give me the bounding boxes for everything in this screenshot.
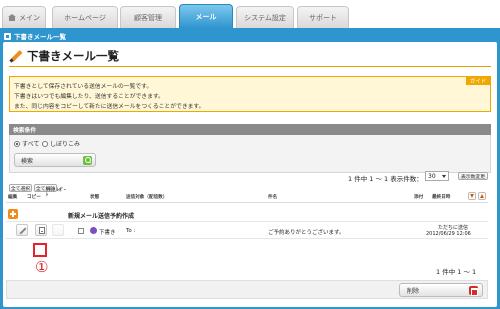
annotation-highlight-box (33, 243, 47, 257)
result-count-text: 1 件中 1 ～ 1 (348, 175, 389, 183)
tab-support[interactable]: サポート (297, 6, 349, 28)
tab-customers[interactable]: 顧客管理 (120, 6, 176, 28)
sort-asc-button[interactable] (478, 192, 486, 200)
trash-icon (469, 286, 478, 296)
guide-line: 下書きはいつでも編集したり、送信することができます。 (14, 94, 164, 100)
table-row: 下書き To : ご予約ありがとうございます。 ただちに送信 2012/06/2… (6, 222, 488, 239)
guide-badge: ガイド (466, 77, 490, 85)
tab-mail[interactable]: メール (179, 4, 233, 28)
subject-cell: ご予約ありがとうございます。 (268, 230, 345, 236)
pencil-icon (9, 49, 23, 63)
column-header-status: 状態 (90, 194, 100, 200)
top-navigation: メイン ホームページ 顧客管理 メール システム設定 サポート (0, 0, 500, 28)
delete-button-label: 削除 (407, 287, 420, 295)
tab-homepage[interactable]: ホームページ (52, 6, 118, 28)
guide-line: また、同じ内容をコピーして新たに送信メールをつくることができます。 (14, 104, 205, 110)
per-page-select[interactable]: 30 (425, 171, 449, 181)
search-button-label: 検索 (21, 157, 34, 165)
column-header-subject: 件名 (268, 194, 278, 200)
radio-filter-label: しぼりこみ (50, 141, 81, 148)
radio-all-label: すべて (22, 141, 40, 148)
status-text: 下書き (99, 230, 116, 236)
new-mail-label: 新規メール送信予約作成 (68, 213, 135, 220)
per-page-label: 表示件数： (390, 175, 423, 183)
heading-divider (9, 66, 491, 67)
row-checkbox[interactable] (78, 228, 84, 234)
result-count-bottom: 1 件中 1 ～ 1 (436, 268, 477, 276)
page-title: 下書きメール一覧 (27, 49, 119, 63)
column-header-recipient: 送信対象（配信数） (126, 194, 168, 200)
draft-status-icon (90, 227, 97, 234)
radio-filter-indicator[interactable] (42, 140, 48, 147)
delete-button[interactable]: 削除 (399, 283, 483, 297)
arrow-up-icon (480, 194, 484, 198)
send-timing-text: ただちに送信 (438, 225, 469, 231)
change-per-page-button[interactable]: 表示数変更 (458, 172, 488, 180)
guide-line: 下書きとして保存されている送信メールの一覧です。 (14, 84, 153, 90)
search-button[interactable]: 検索 (14, 153, 96, 167)
copy-icon (39, 227, 45, 234)
annotation-marker: ① (35, 258, 49, 276)
column-header-attachment: 添付 (414, 194, 424, 200)
tab-customers-label: 顧客管理 (134, 13, 162, 22)
radio-filter[interactable]: しぼりこみ (42, 139, 80, 148)
edit-icon (19, 227, 27, 235)
new-mail-row[interactable]: 新規メール送信予約作成 (6, 207, 488, 222)
search-icon (83, 156, 92, 165)
plus-icon[interactable] (8, 209, 18, 219)
tab-system-settings[interactable]: システム設定 (236, 6, 294, 28)
updated-date: 2012/06/29 12:06 (426, 231, 471, 237)
radio-all-indicator[interactable] (14, 140, 20, 147)
report-button[interactable] (52, 224, 64, 236)
column-header-updated: 最終日時 (432, 194, 451, 200)
sort-desc-button[interactable] (468, 192, 476, 200)
radio-all[interactable]: すべて (14, 139, 39, 148)
tab-support-label: サポート (309, 13, 337, 22)
tab-homepage-label: ホームページ (64, 13, 106, 22)
frame-title: 下書きメール一覧 (4, 31, 66, 41)
chevron-down-icon (442, 175, 446, 178)
frame-title-text: 下書きメール一覧 (14, 33, 66, 41)
tab-mail-label: メール (195, 12, 217, 21)
column-header-report: ｸﾘｯｸ ﾚﾎﾟｰﾄ (46, 188, 66, 198)
edit-button[interactable] (16, 224, 28, 236)
table-header: 編集 コピー ｸﾘｯｸ ﾚﾎﾟｰﾄ 状態 送信対象（配信数） 件名 添付 最終日… (6, 188, 488, 203)
tab-main-label: メイン (19, 13, 40, 22)
page-heading: 下書きメール一覧 (9, 48, 119, 64)
result-count: 1 件中 1 ～ 1 表示件数： (348, 173, 423, 183)
arrow-down-icon (470, 194, 474, 198)
column-header-edit: 編集 (8, 194, 18, 200)
home-icon (8, 14, 16, 21)
column-header-copy: コピー (27, 194, 41, 200)
tab-system-settings-label: システム設定 (244, 13, 286, 22)
per-page-value: 30 (428, 172, 436, 180)
change-per-page-label: 表示数変更 (461, 174, 485, 180)
recipient-cell: To : (126, 228, 136, 234)
guide-box: ガイド 下書きとして保存されている送信メールの一覧です。 下書きはいつでも編集し… (9, 76, 491, 112)
filter-panel: すべて しぼりこみ 検索 (9, 135, 491, 173)
tab-main[interactable]: メイン (2, 6, 46, 28)
content-frame: 下書きメール一覧 下書きメール一覧 ガイド 下書きとして保存されている送信メール… (0, 28, 500, 309)
filter-header: 検索条件 (9, 124, 491, 135)
copy-button[interactable] (35, 224, 47, 236)
bottom-action-bar: 削除 (6, 280, 488, 299)
window-icon (4, 32, 11, 40)
